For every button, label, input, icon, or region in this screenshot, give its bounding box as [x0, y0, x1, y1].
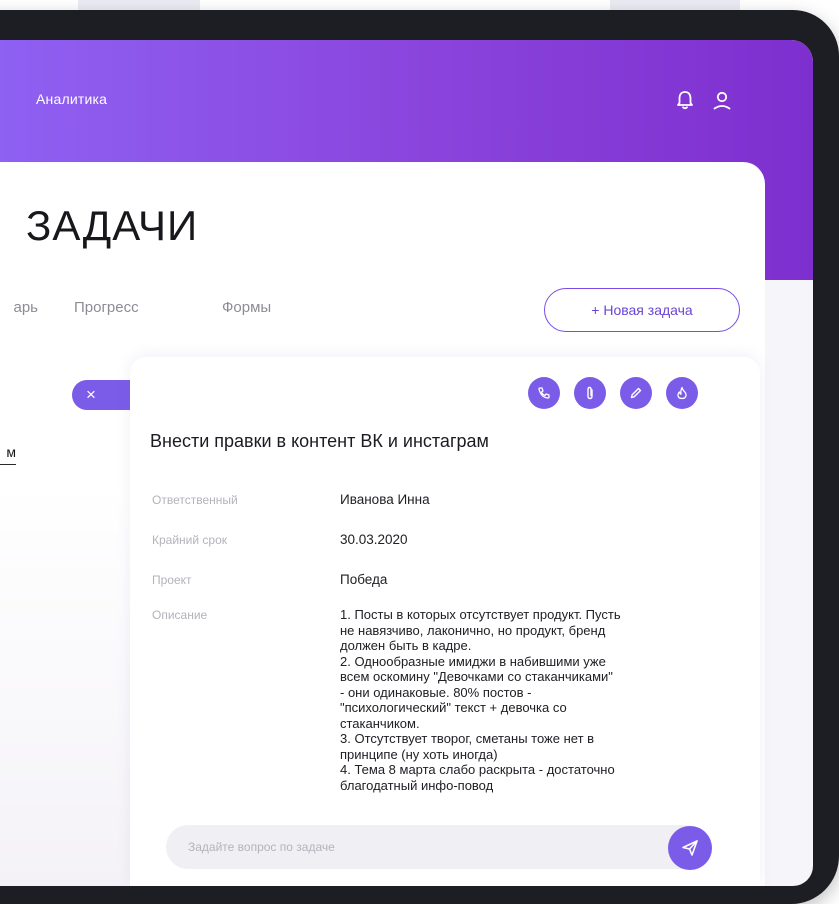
- new-task-button[interactable]: + Новая задача: [544, 288, 740, 332]
- description-text: 1. Посты в которых отсутствует продукт. …: [340, 607, 621, 793]
- left-list-area: [0, 482, 130, 886]
- user-icon[interactable]: [711, 89, 733, 111]
- left-list-item[interactable]: м: [0, 444, 16, 465]
- task-title: Внести правки в контент ВК и инстаграм: [150, 431, 489, 451]
- tablet-frame: Аналитика ЗАДАЧИ арь Прогресс Формы + Но…: [0, 10, 839, 904]
- tab-forms[interactable]: Формы: [222, 299, 271, 316]
- project-label: Проект: [152, 573, 192, 587]
- app-screen: Аналитика ЗАДАЧИ арь Прогресс Формы + Но…: [0, 40, 813, 886]
- nav-analytics[interactable]: Аналитика: [36, 91, 107, 107]
- description-label: Описание: [152, 608, 208, 622]
- send-button[interactable]: [668, 826, 712, 870]
- phone-icon[interactable]: [528, 377, 560, 409]
- stage: Аналитика ЗАДАЧИ арь Прогресс Формы + Но…: [0, 0, 839, 904]
- edit-icon[interactable]: [620, 377, 652, 409]
- tab-progress[interactable]: Прогресс: [74, 299, 139, 316]
- deadline-value[interactable]: 30.03.2020: [340, 532, 408, 547]
- page-title: ЗАДАЧИ: [26, 202, 199, 249]
- responsible-value[interactable]: Иванова Инна: [340, 492, 430, 507]
- project-value[interactable]: Победа: [340, 572, 387, 587]
- bell-icon[interactable]: [674, 89, 696, 111]
- flame-icon[interactable]: [666, 377, 698, 409]
- task-detail-card: Внести правки в контент ВК и инстаграм О…: [130, 357, 760, 886]
- deadline-label: Крайний срок: [152, 533, 228, 547]
- tab-calendar[interactable]: арь: [0, 299, 39, 316]
- responsible-label: Ответственный: [152, 493, 238, 507]
- send-icon: [682, 840, 698, 856]
- ask-question-input[interactable]: [166, 825, 646, 869]
- tasks-panel: ЗАДАЧИ арь Прогресс Формы + Новая задача…: [0, 162, 765, 886]
- ask-question-bar: [166, 825, 706, 869]
- close-panel-button[interactable]: ×: [72, 380, 132, 410]
- attachment-icon[interactable]: [574, 377, 606, 409]
